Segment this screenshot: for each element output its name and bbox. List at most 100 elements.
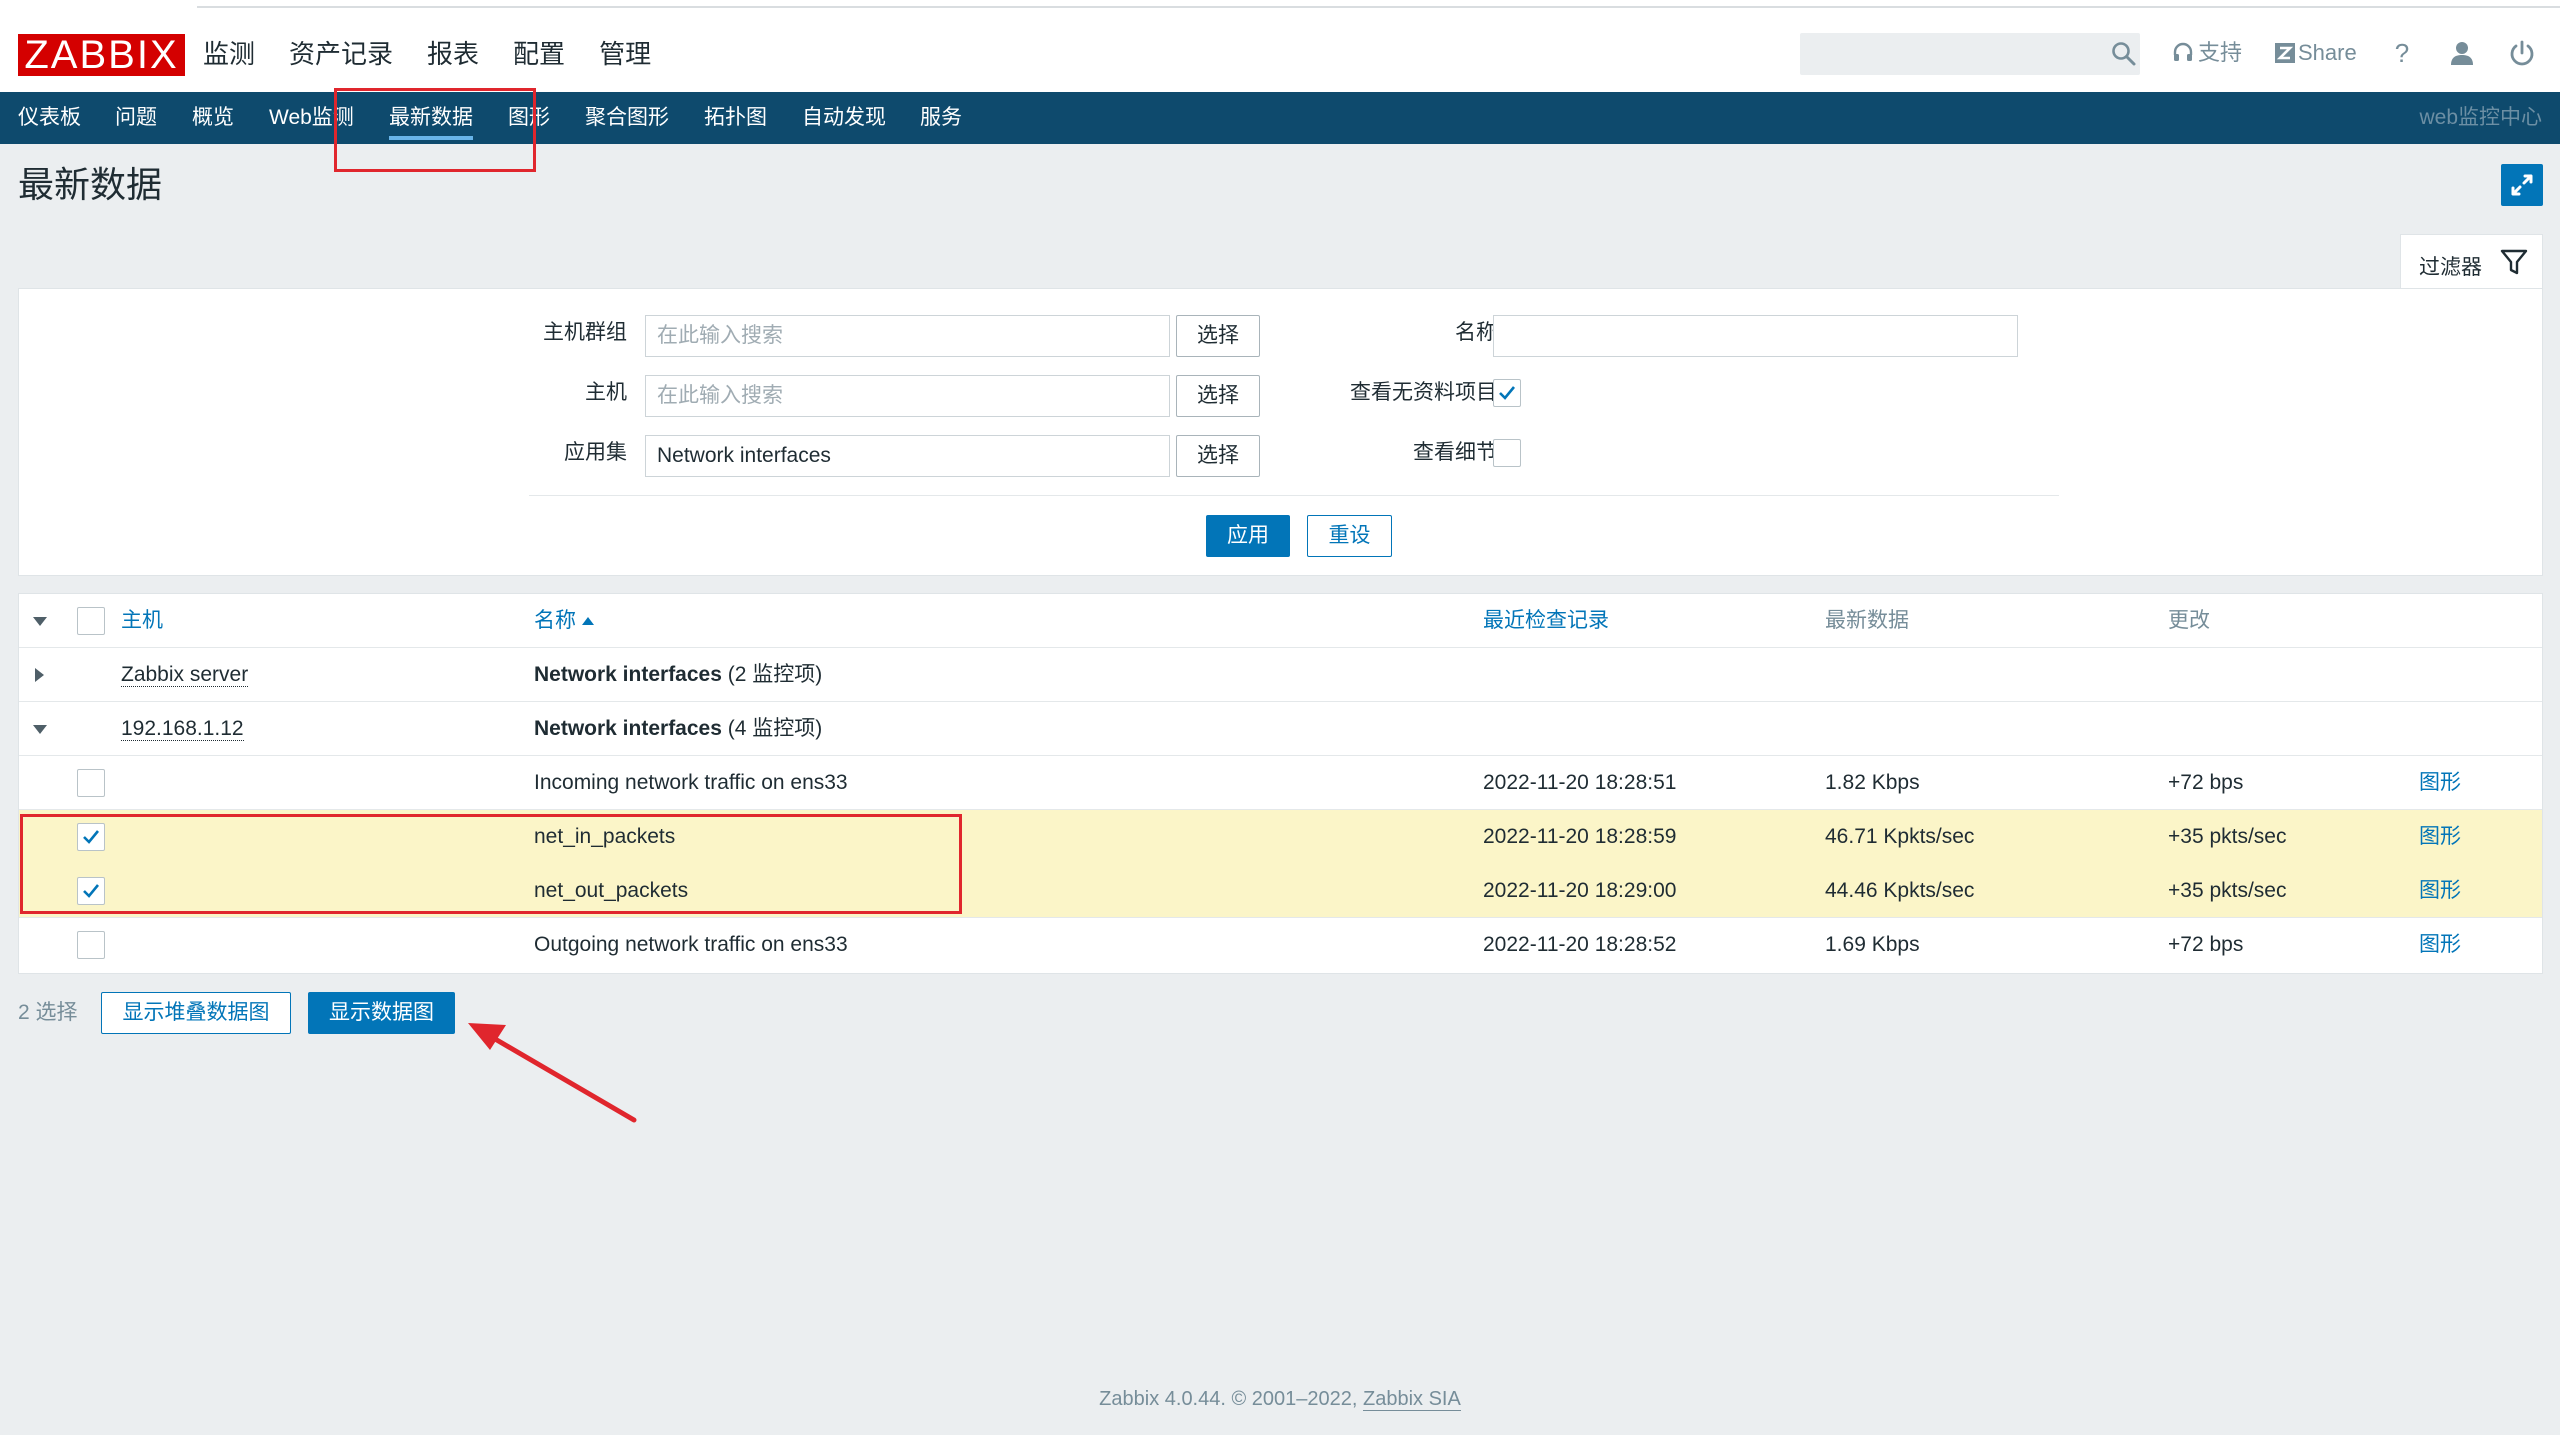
- item-graph-link[interactable]: 图形: [2419, 756, 2461, 810]
- table-header: 主机 名称 最近检查记录 最新数据 更改: [19, 594, 2542, 648]
- main-menu-configuration[interactable]: 配置: [513, 36, 565, 92]
- host-name: 192.168.1.12: [121, 717, 244, 741]
- main-menu-inventory[interactable]: 资产记录: [289, 36, 393, 92]
- host-label: 主机: [585, 381, 627, 404]
- item-last-check: 2022-11-20 18:28:59: [1483, 825, 1677, 848]
- show-no-data-checkbox[interactable]: [1493, 379, 1521, 407]
- application-name: Network interfaces: [534, 663, 722, 686]
- host-select-button[interactable]: 选择: [1176, 375, 1260, 417]
- expand-icon[interactable]: [35, 668, 44, 682]
- main-menu-reports[interactable]: 报表: [427, 36, 479, 92]
- application-cell: Network interfaces (2 监控项): [534, 648, 822, 702]
- sub-menu-dashboard[interactable]: 仪表板: [18, 104, 81, 132]
- support-label: 支持: [2198, 40, 2243, 65]
- show-details-checkbox[interactable]: [1493, 439, 1521, 467]
- host-group-select-button[interactable]: 选择: [1176, 315, 1260, 357]
- support-link[interactable]: 支持: [2172, 38, 2242, 68]
- host-group-label: 主机群组: [543, 321, 627, 344]
- application-input[interactable]: Network interfaces: [645, 435, 1170, 477]
- application-name: Network interfaces: [534, 717, 722, 740]
- column-last-check[interactable]: 最近检查记录: [1483, 594, 1609, 648]
- item-name: net_out_packets: [534, 879, 689, 902]
- sub-menu-latest-data[interactable]: 最新数据: [389, 104, 473, 140]
- divider: [529, 495, 2059, 496]
- item-checkbox[interactable]: [77, 823, 105, 851]
- application-select-button[interactable]: 选择: [1176, 435, 1260, 477]
- collapse-all-icon[interactable]: [33, 617, 47, 626]
- item-checkbox[interactable]: [77, 931, 105, 959]
- sub-menu-overview[interactable]: 概览: [192, 104, 234, 132]
- fullscreen-button[interactable]: [2501, 164, 2543, 206]
- collapse-icon[interactable]: [33, 725, 47, 734]
- header: ZABBIX 监测 资产记录 报表 配置 管理 支持 Share ?: [0, 14, 2560, 114]
- sub-menu-web[interactable]: Web监测: [269, 104, 354, 132]
- sub-menu-services[interactable]: 服务: [920, 104, 962, 132]
- help-icon[interactable]: ?: [2387, 38, 2417, 68]
- host-link[interactable]: 192.168.1.12: [121, 702, 244, 756]
- name-label: 名称: [1455, 321, 1497, 344]
- filter-panel: 主机群组 在此输入搜索 选择 主机 在此输入搜索 选择 应用集 Network …: [18, 288, 2543, 576]
- column-last-value: 最新数据: [1825, 609, 1909, 632]
- column-host[interactable]: 主机: [121, 594, 163, 648]
- select-all-checkbox[interactable]: [77, 607, 105, 635]
- column-change: 更改: [2168, 609, 2210, 632]
- item-last-value: 1.82 Kbps: [1825, 771, 1920, 794]
- filter-tab[interactable]: 过滤器: [2400, 234, 2543, 289]
- item-checkbox[interactable]: [77, 769, 105, 797]
- show-stacked-graph-button[interactable]: 显示堆叠数据图: [101, 992, 291, 1034]
- main-menu-monitoring[interactable]: 监测: [203, 36, 255, 114]
- item-last-value: 46.71 Kpkts/sec: [1825, 825, 1975, 848]
- filter-tab-label: 过滤器: [2419, 256, 2482, 279]
- divider: [197, 6, 2560, 8]
- application-cell: Network interfaces (4 监控项): [534, 702, 822, 756]
- table-row: Zabbix server Network interfaces (2 监控项): [19, 648, 2542, 702]
- host-input[interactable]: 在此输入搜索: [645, 375, 1170, 417]
- item-change: +35 pkts/sec: [2168, 879, 2287, 902]
- headset-icon: [2173, 42, 2193, 61]
- item-graph-link[interactable]: 图形: [2419, 918, 2461, 972]
- apply-button[interactable]: 应用: [1206, 515, 1290, 557]
- host-name: Zabbix server: [121, 663, 249, 687]
- item-graph-link[interactable]: 图形: [2419, 810, 2461, 864]
- item-name: Incoming network traffic on ens33: [534, 771, 848, 794]
- item-last-value: 1.69 Kbps: [1825, 933, 1920, 956]
- share-link[interactable]: Share: [2274, 38, 2357, 68]
- search-icon[interactable]: [2110, 40, 2138, 68]
- sub-menu-problems[interactable]: 问题: [115, 104, 157, 132]
- user-icon[interactable]: [2447, 38, 2477, 68]
- column-name-label: 名称: [534, 609, 576, 632]
- host-link[interactable]: Zabbix server: [121, 648, 249, 702]
- name-input[interactable]: [1493, 315, 2018, 357]
- power-icon[interactable]: [2507, 38, 2537, 68]
- footer-link[interactable]: Zabbix SIA: [1363, 1388, 1461, 1411]
- item-change: +72 bps: [2168, 933, 2244, 956]
- column-name[interactable]: 名称: [534, 594, 594, 648]
- sub-menu-screens[interactable]: 聚合图形: [585, 104, 669, 132]
- sub-menu-graphs[interactable]: 图形: [508, 104, 550, 132]
- share-label: Share: [2298, 40, 2357, 65]
- item-last-value: 44.46 Kpkts/sec: [1825, 879, 1975, 902]
- item-last-check: 2022-11-20 18:28:52: [1483, 933, 1677, 956]
- checkmark-icon: [83, 830, 100, 844]
- item-name: net_in_packets: [534, 825, 676, 848]
- item-graph-link[interactable]: 图形: [2419, 864, 2461, 918]
- sub-menu-maps[interactable]: 拓扑图: [704, 104, 767, 132]
- search-input[interactable]: [1800, 33, 2140, 75]
- page-footer: Zabbix 4.0.44. © 2001–2022, Zabbix SIA: [0, 1388, 2560, 1411]
- table-row: net_in_packets 2022-11-20 18:28:59 46.71…: [19, 810, 2542, 864]
- item-checkbox[interactable]: [77, 877, 105, 905]
- selected-count: 2 选择: [18, 1001, 78, 1024]
- sub-menu-discovery[interactable]: 自动发现: [802, 104, 886, 132]
- host-group-input[interactable]: 在此输入搜索: [645, 315, 1170, 357]
- application-label: 应用集: [564, 441, 627, 464]
- show-graph-button[interactable]: 显示数据图: [308, 992, 455, 1034]
- table-row: Incoming network traffic on ens33 2022-1…: [19, 756, 2542, 810]
- item-count: (2 监控项): [727, 663, 823, 686]
- item-change: +35 pkts/sec: [2168, 825, 2287, 848]
- main-menu-administration[interactable]: 管理: [599, 36, 651, 92]
- table-row: 192.168.1.12 Network interfaces (4 监控项): [19, 702, 2542, 756]
- share-icon: [2275, 43, 2295, 63]
- reset-button[interactable]: 重设: [1307, 515, 1392, 557]
- zabbix-logo[interactable]: ZABBIX: [18, 34, 185, 76]
- page-title: 最新数据: [18, 164, 163, 205]
